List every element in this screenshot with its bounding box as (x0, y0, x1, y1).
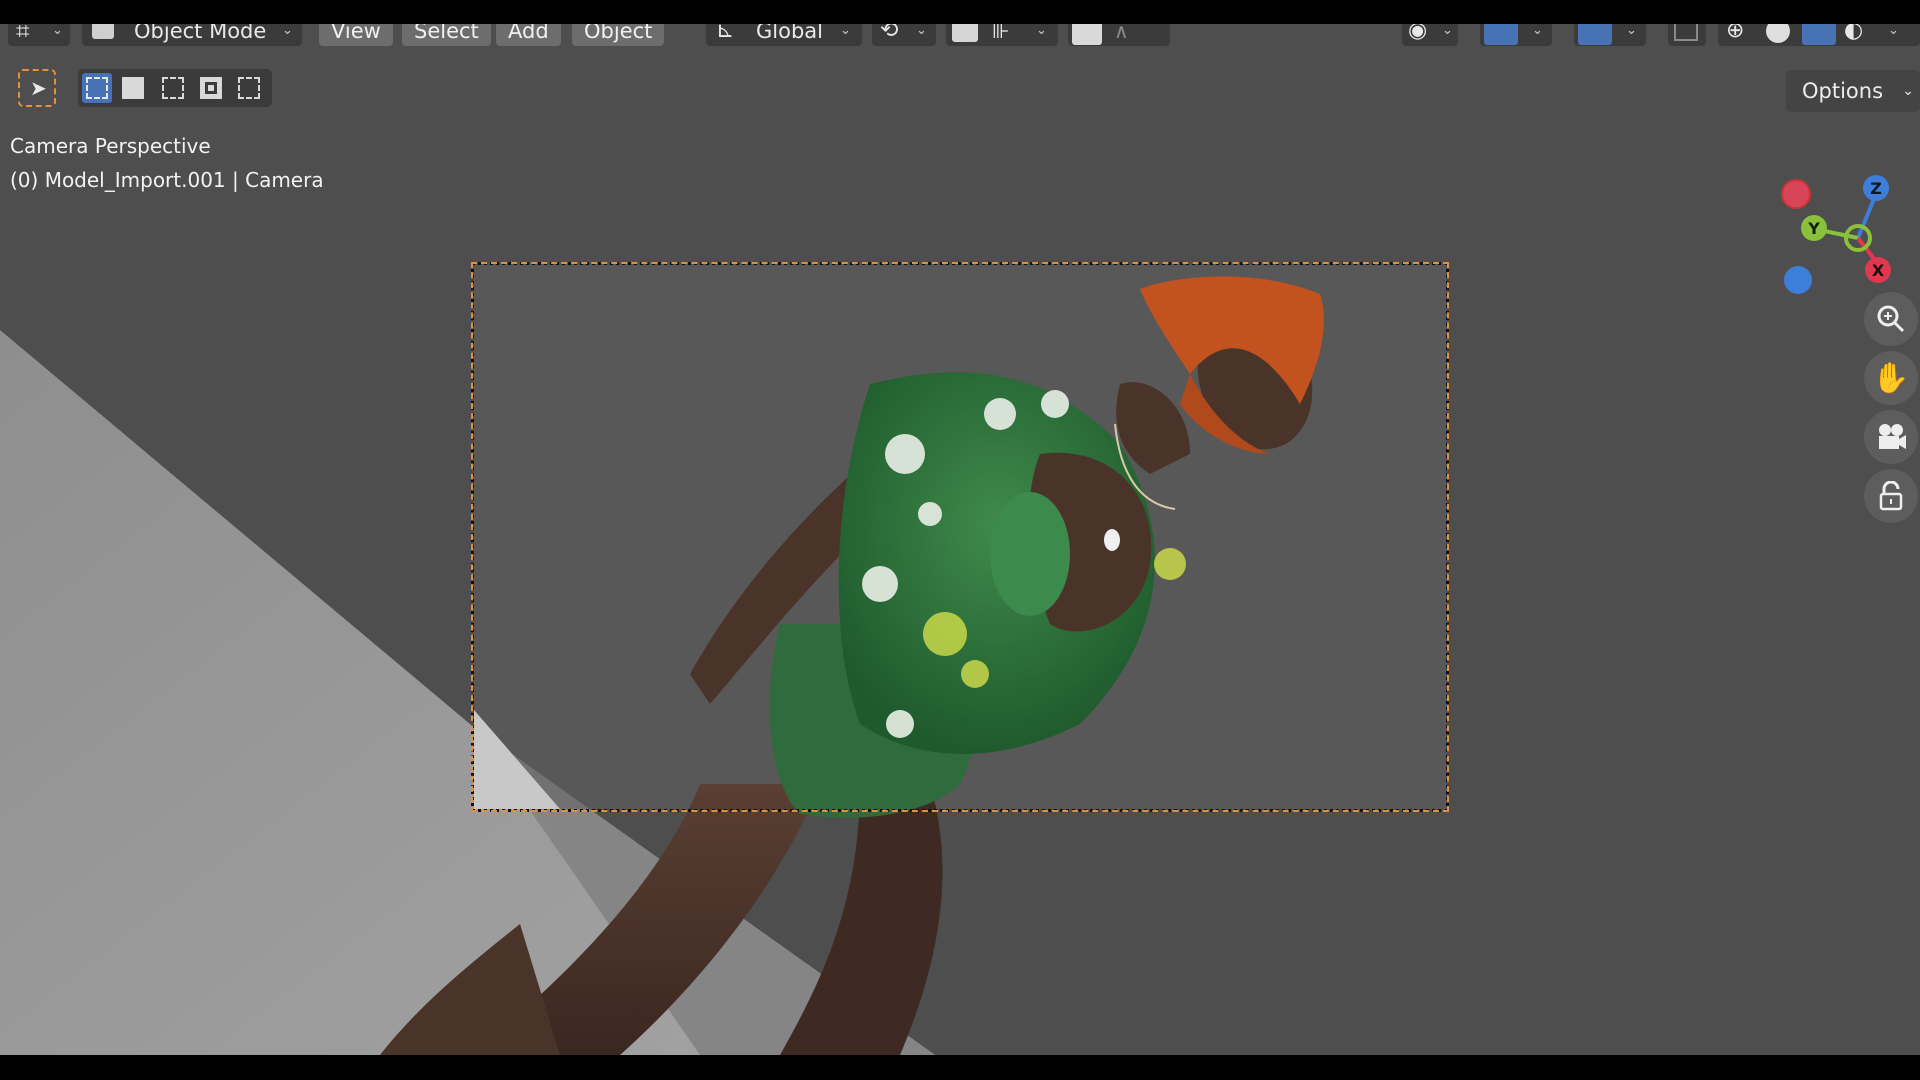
y-axis-label: Y (1807, 219, 1820, 238)
chevron-down-icon: ⌄ (840, 24, 851, 38)
mode-dropdown[interactable]: Object Mode ⌄ (82, 24, 302, 46)
transform-orientation-dropdown[interactable]: ⊾ Global ⌄ (706, 24, 862, 46)
camera-icon (1879, 424, 1906, 449)
lock-view-button[interactable] (1864, 469, 1918, 523)
pivot-point-dropdown[interactable]: ⟲ ⌄ (872, 24, 936, 46)
select-invert-icon[interactable] (200, 77, 222, 99)
options-dropdown[interactable]: Options ⌄ (1786, 70, 1920, 112)
xray-toggle[interactable] (1668, 24, 1706, 46)
select-new-icon[interactable] (82, 73, 112, 103)
lock-icon (1879, 481, 1903, 511)
pan-button[interactable]: ✋ (1864, 351, 1918, 405)
chevron-down-icon: ⌄ (52, 24, 63, 38)
chevron-down-icon: ⌄ (1626, 24, 1637, 38)
visibility-dropdown[interactable]: ◉ ⌄ (1402, 24, 1458, 46)
chevron-down-icon: ⌄ (1036, 24, 1047, 38)
chevron-down-icon: ⌄ (1532, 24, 1543, 38)
neg-x-axis (1781, 179, 1811, 209)
menu-object[interactable]: Object (572, 24, 665, 46)
solid-shading-icon[interactable] (1766, 24, 1790, 43)
menu-add[interactable]: Add (496, 24, 561, 46)
options-label: Options (1802, 79, 1884, 103)
bottom-black-bar (0, 1055, 1920, 1080)
navigation-gizmo[interactable]: Z Y X (1770, 144, 1920, 304)
gizmo-icon (1484, 24, 1518, 45)
blender-window: ⌗ ⌄ Object Mode ⌄ View Select Add Object… (0, 0, 1920, 1080)
chevron-down-icon: ⌄ (916, 24, 927, 38)
viewport-header: ⌗ ⌄ Object Mode ⌄ View Select Add Object… (0, 24, 1920, 68)
chevron-down-icon: ⌄ (1902, 83, 1914, 99)
wireframe-shading-icon[interactable]: ⊕ (1726, 24, 1744, 46)
snap-group: ⊪ ⌄ (946, 24, 1058, 46)
hand-icon: ✋ (1872, 360, 1910, 396)
material-shading-icon[interactable] (1802, 24, 1836, 45)
chevron-down-icon: ⌄ (1888, 24, 1899, 38)
select-extend-icon[interactable] (122, 77, 144, 99)
zoom-button[interactable] (1864, 292, 1918, 346)
rendered-shading-icon[interactable]: ◐ (1844, 24, 1863, 46)
select-tool-button[interactable]: ➤ (18, 69, 56, 107)
x-axis-label: X (1872, 261, 1885, 280)
snap-increment-icon[interactable]: ⊪ (992, 24, 1009, 46)
select-intersect-icon[interactable] (238, 77, 260, 99)
gizmo-toggle[interactable]: ⌄ (1480, 24, 1552, 46)
camera-frame (471, 262, 1449, 812)
object-mode-icon (92, 24, 114, 39)
selection-mode-group (78, 69, 272, 107)
chevron-down-icon: ⌄ (282, 24, 293, 38)
orientation-axes-icon: ⊾ (716, 24, 735, 43)
editor-type-button[interactable]: ⌗ ⌄ (8, 24, 70, 46)
menu-select[interactable]: Select (402, 24, 491, 46)
xray-icon (1674, 24, 1698, 41)
snap-toggle-icon[interactable] (952, 24, 978, 42)
orientation-label: Global (756, 24, 823, 43)
pivot-icon: ⟲ (880, 24, 899, 43)
mode-label: Object Mode (134, 24, 267, 43)
select-subtract-icon[interactable] (162, 77, 184, 99)
proportional-edit-group: ∧ (1068, 24, 1170, 46)
cursor-arrow-icon: ➤ (30, 76, 47, 100)
shading-mode-group: ⊕ ◐ ⌄ (1718, 24, 1920, 46)
object-info-label: (0) Model_Import.001 | Camera (10, 168, 324, 192)
chevron-down-icon: ⌄ (1442, 24, 1453, 38)
top-black-bar (0, 0, 1920, 24)
camera-view-button[interactable] (1864, 410, 1918, 464)
eye-icon: ◉ (1408, 24, 1428, 43)
proportional-edit-icon[interactable] (1072, 24, 1102, 45)
overlays-toggle[interactable]: ⌄ (1574, 24, 1646, 46)
perspective-label: Camera Perspective (10, 134, 211, 158)
z-axis-label: Z (1870, 179, 1882, 198)
neg-z-axis (1784, 266, 1812, 294)
zoom-icon (1877, 305, 1905, 333)
editor-type-icon: ⌗ (16, 24, 30, 45)
overlays-icon (1578, 24, 1612, 45)
3d-viewport[interactable]: ⌗ ⌄ Object Mode ⌄ View Select Add Object… (0, 24, 1920, 1055)
falloff-icon[interactable]: ∧ (1114, 24, 1129, 46)
menu-view[interactable]: View (319, 24, 393, 46)
